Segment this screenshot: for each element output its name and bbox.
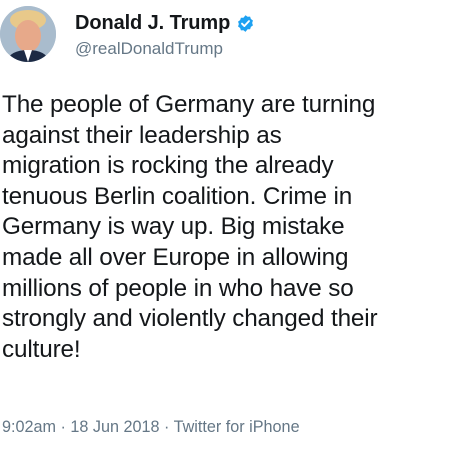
verified-badge-icon <box>236 14 255 33</box>
tweet-time[interactable]: 9:02am <box>2 418 56 436</box>
meta-separator: · <box>56 418 71 436</box>
tweet-text: The people of Germany are turning agains… <box>2 91 378 363</box>
user-handle[interactable]: @realDonaldTrump <box>75 39 255 59</box>
tweet-card: Donald J. Trump @realDonaldTrump The peo… <box>0 0 450 450</box>
avatar-image <box>0 6 56 62</box>
tweet-header: Donald J. Trump @realDonaldTrump <box>0 6 450 70</box>
meta-separator: · <box>159 418 174 436</box>
avatar[interactable] <box>0 6 56 62</box>
tweet-date[interactable]: 18 Jun 2018 <box>70 418 159 436</box>
display-name[interactable]: Donald J. Trump <box>75 12 230 35</box>
tweet-source[interactable]: Twitter for iPhone <box>174 418 300 436</box>
tweet-metadata: 9:02am · 18 Jun 2018 · Twitter for iPhon… <box>2 418 300 437</box>
name-row: Donald J. Trump <box>75 11 255 35</box>
author-info: Donald J. Trump @realDonaldTrump <box>75 11 255 59</box>
